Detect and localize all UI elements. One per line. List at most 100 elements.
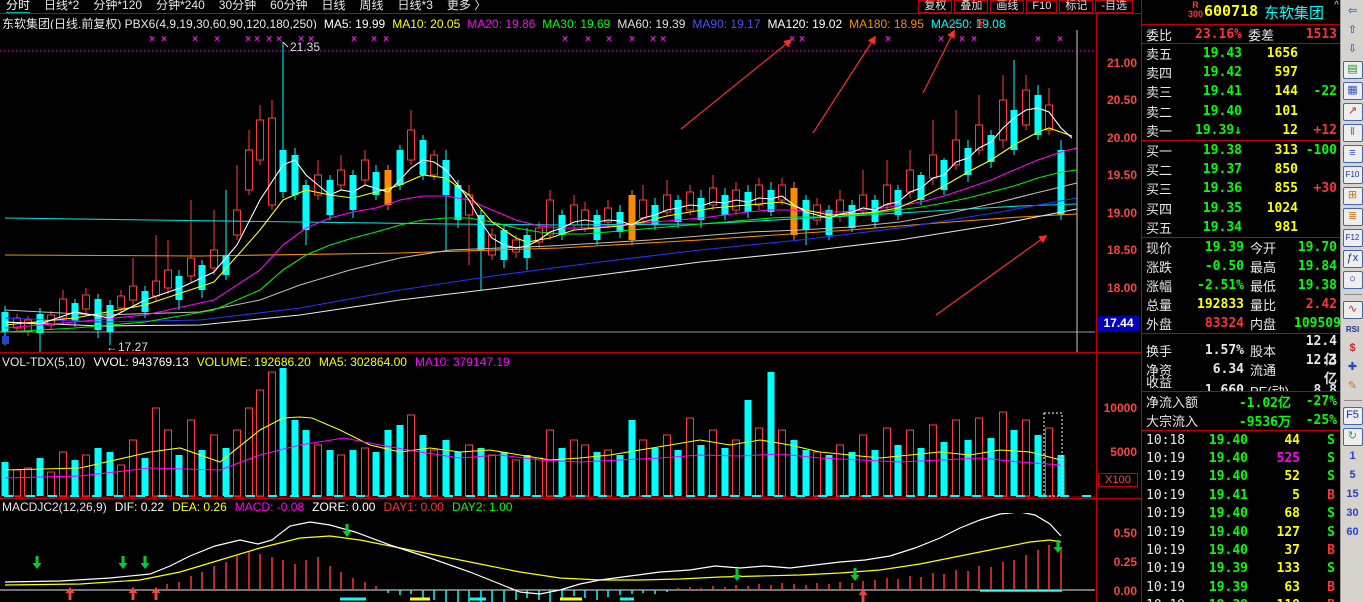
indicator-value: VVOL: 943769.13 [93,355,188,369]
period-1[interactable]: 1 [1344,449,1362,465]
tick-list[interactable]: 10:1819.4044S10:1919.40525S10:1919.4052S… [1142,431,1341,602]
svg-text:×: × [351,34,357,45]
axis-label: 20.50 [1097,93,1137,107]
back-arrow-icon[interactable]: ⇦ [1344,4,1362,20]
rsi-icon[interactable]: RSI [1344,322,1362,338]
svg-text:×: × [266,34,272,45]
menu-button-0[interactable]: 复权 [918,0,952,13]
refresh-icon[interactable]: ↻ [1343,428,1363,446]
weicha-value: 1513 [1282,27,1337,42]
svg-text:×: × [245,34,251,45]
f12-icon[interactable]: F12 [1343,229,1363,247]
menu-item-1[interactable]: 日线*2 [44,0,79,14]
formula-icon[interactable]: ƒx [1343,250,1363,268]
menu-item-7[interactable]: 周线 [360,0,384,14]
money-icon[interactable]: $ [1344,341,1362,357]
pane-divider-1 [0,352,1141,353]
move-icon[interactable]: ✚ [1344,360,1362,376]
sell-level-row[interactable]: 卖一19.39↓12+12 [1142,121,1341,140]
menu-button-4[interactable]: 标记 [1059,0,1093,13]
main-candlestick-chart[interactable]: ×××××××××××××××××××××××××××21.35←17.27 [0,30,1097,355]
period-5[interactable]: 5 [1344,468,1362,484]
stock-name[interactable]: 东软集团 [1264,2,1324,23]
macd-chart[interactable] [0,513,1097,602]
menu-item-2[interactable]: 分钟*120 [93,0,142,14]
menu-item-9[interactable]: 更多 〉 [447,0,486,14]
menu-button-3[interactable]: F10 [1026,0,1057,13]
svg-text:×: × [1057,34,1063,45]
info-doc-icon[interactable]: ≣ [1343,208,1363,226]
sell-level-row[interactable]: 卖三19.41144-22 [1142,82,1341,101]
menu-button-1[interactable]: 叠加 [954,0,988,13]
buy-level-row[interactable]: 买五19.34981 [1142,218,1341,237]
money-flow-row: 大宗流入-9536万-25% [1142,411,1341,430]
indicator-value: MA5: 302864.00 [319,355,407,369]
axis-label: 0.25 [1097,555,1137,569]
indicator-value: DIF: 0.22 [115,500,164,514]
menu-item-4[interactable]: 30分钟 [219,0,256,14]
menu-item-5[interactable]: 60分钟 [270,0,307,14]
diamond-icon[interactable]: ◇ [948,16,956,29]
pencil-icon[interactable]: ✎ [1344,379,1362,395]
stats-section-2: 换手1.57%股本12.4亿净资6.34流通12.3亿收益(三)1.660PE(… [1142,334,1341,392]
period-15[interactable]: 15 [1344,487,1362,503]
trend-line-icon[interactable]: ↗ [1343,103,1363,121]
menu-item-3[interactable]: 分钟*240 [156,0,205,14]
indicator-value: DEA: 0.26 [172,500,227,514]
rights-marker: R300 [1188,1,1203,19]
right-toolbar: ⇦⇧⇩▤▦↗‖≡F10⊞≣F12ƒx○∿RSI$✚✎F5↻15153060 [1340,0,1364,602]
menu-item-6[interactable]: 日线 [322,0,346,14]
up-arrow-icon[interactable]: ⇧ [1344,23,1362,39]
svg-text:×: × [149,34,155,45]
period-menu-bar: 分时日线*2 分钟*120 分钟*240 30分钟 60分钟 日线周线日线*3 更多 〉 复… [0,0,1141,13]
sell-level-row[interactable]: 卖五19.431656 [1142,44,1341,63]
kline-icon[interactable]: ‖ [1343,124,1363,142]
wave-icon[interactable]: ∿ [1343,301,1363,319]
indicator-value: MA20: 19.86 [467,17,535,29]
axis-label: 18.50 [1097,243,1137,257]
axis-label: 20.00 [1097,131,1137,145]
indicator-value: MA10: 379147.19 [415,355,510,369]
menu-item-0[interactable]: 分时 [6,0,30,14]
block-tree-icon[interactable]: ⊞ [1343,187,1363,205]
menu-button-5[interactable]: -目选 [1095,0,1133,13]
circle-icon[interactable]: ○ [1343,271,1363,289]
menu-item-8[interactable]: 日线*3 [398,0,433,14]
svg-text:×: × [254,34,260,45]
indicator-value: MA10: 20.05 [392,17,460,29]
svg-text:×: × [629,34,635,45]
weibi-label: 委比 [1146,25,1180,44]
stock-title-row: R300 600718 东软集团 ^ [1142,0,1341,25]
multi-page-icon[interactable]: ≡ [1343,145,1363,163]
down-arrow-icon[interactable]: ⇩ [1344,42,1362,58]
report-table-icon[interactable]: ▤ [1343,61,1363,79]
axis-label: 21.00 [1097,56,1137,70]
menu-button-2[interactable]: 画线 [990,0,1024,13]
stock-code[interactable]: 600718 [1204,2,1258,20]
quote-grid-icon[interactable]: ▦ [1343,82,1363,100]
buy-level-row[interactable]: 买二19.37850 [1142,160,1341,179]
svg-text:×: × [562,34,568,45]
indicator-value: MA30: 19.69 [542,17,610,29]
pane-layout-icon[interactable]: ⊞ [976,16,985,29]
axis-label: 19.00 [1097,206,1137,220]
indicator-value: MA60: 19.39 [617,17,685,29]
buy-level-row[interactable]: 买一19.38313-100 [1142,141,1341,160]
buy-level-row[interactable]: 买三19.36855+30 [1142,179,1341,198]
buy-level-row[interactable]: 买四19.351024 [1142,199,1341,218]
period-60[interactable]: 60 [1344,525,1362,541]
stat-row: 涨幅-2.51%最低19.38 [1142,276,1341,295]
money-flow-row: 净流入额-1.02亿-27% [1142,392,1341,411]
tick-row: 10:1919.415B [1142,486,1341,504]
svg-text:×: × [885,34,891,45]
pane-divider-2 [0,498,1141,499]
sell-level-row[interactable]: 卖四19.42597 [1142,63,1341,82]
axis-label: 0.00 [1097,584,1137,598]
collapse-caret-icon[interactable]: ^ [1334,0,1339,11]
volume-chart[interactable] [0,355,1097,500]
f10-icon[interactable]: F10 [1343,166,1363,184]
period-30[interactable]: 30 [1344,506,1362,522]
tick-row: 10:1919.40127S [1142,523,1341,541]
sell-level-row[interactable]: 卖二19.40101 [1142,102,1341,121]
f5-icon[interactable]: F5 [1343,407,1363,425]
